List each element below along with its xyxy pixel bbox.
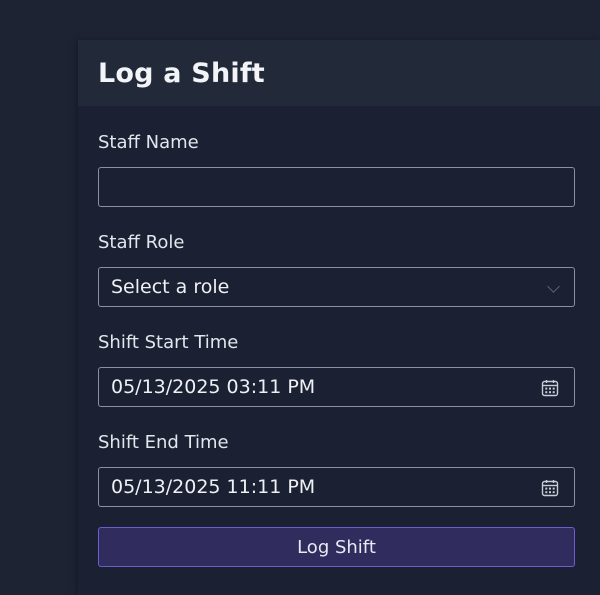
- page-title: Log a Shift: [98, 57, 265, 89]
- shift-start-value: 05/13/2025 03:11 PM: [111, 376, 316, 398]
- calendar-icon[interactable]: [541, 479, 559, 497]
- staff-name-label: Staff Name: [98, 132, 199, 153]
- staff-role-select[interactable]: Select a role: [98, 267, 575, 307]
- log-shift-button[interactable]: Log Shift: [98, 527, 575, 567]
- card-header: Log a Shift: [78, 40, 600, 106]
- staff-role-label: Staff Role: [98, 232, 185, 253]
- staff-name-field: Staff Name: [98, 132, 575, 207]
- form-body: Staff Name Staff Role Select a role Shif…: [78, 132, 600, 567]
- shift-end-field: Shift End Time 05/13/2025 11:11 PM: [98, 432, 575, 507]
- shift-end-value: 05/13/2025 11:11 PM: [111, 476, 316, 498]
- shift-start-label: Shift Start Time: [98, 332, 239, 353]
- log-shift-card: Log a Shift Staff Name Staff Role Select…: [78, 40, 600, 595]
- shift-start-field: Shift Start Time 05/13/2025 03:11 PM: [98, 332, 575, 407]
- calendar-icon[interactable]: [541, 379, 559, 397]
- staff-name-input[interactable]: [98, 167, 575, 207]
- staff-role-field: Staff Role Select a role: [98, 232, 575, 307]
- staff-role-selected-value: Select a role: [111, 276, 230, 298]
- shift-end-label: Shift End Time: [98, 432, 229, 453]
- shift-end-input[interactable]: 05/13/2025 11:11 PM: [98, 467, 575, 507]
- shift-start-input[interactable]: 05/13/2025 03:11 PM: [98, 367, 575, 407]
